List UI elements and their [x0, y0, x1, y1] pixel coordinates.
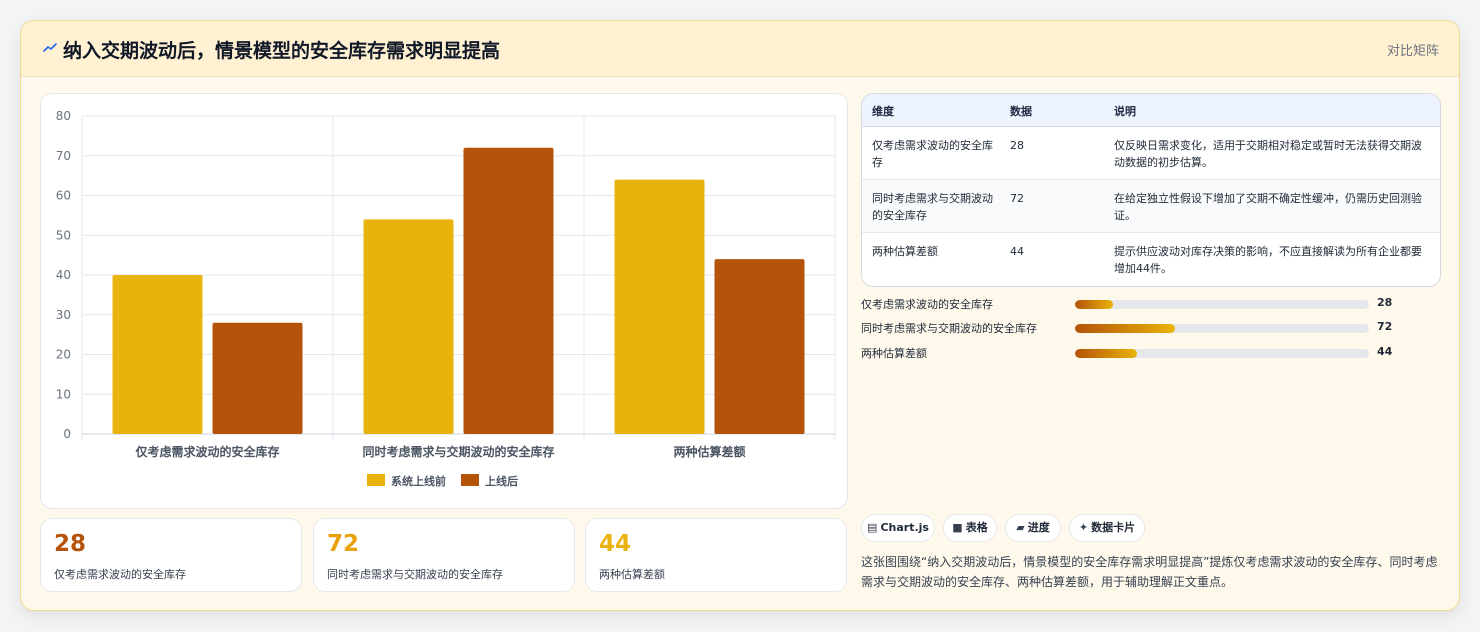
y-tick-label: 0: [63, 427, 71, 441]
progress-row: 同时考虑需求与交期波动的安全库存 72: [861, 319, 1441, 337]
bar-after: [463, 147, 554, 435]
progress-label: 同时考虑需求与交期波动的安全库存: [861, 322, 1037, 335]
bar-after: [714, 259, 805, 434]
card-header: 纳入交期波动后，情景模型的安全库存需求明显提高 对比矩阵: [21, 21, 1459, 77]
stat-card-difference: 44 两种估算差额: [585, 518, 847, 592]
y-tick-label: 10: [56, 387, 71, 401]
y-tick-label: 50: [56, 228, 71, 242]
bar-before: [112, 275, 203, 434]
stat-value: 72: [327, 531, 360, 557]
legend-label: 系统上线前: [391, 474, 446, 488]
y-tick-label: 40: [56, 268, 71, 282]
tag-label: 进度: [1027, 521, 1050, 534]
progress-fill: [1075, 349, 1137, 358]
column-header-value: 数据: [1010, 105, 1032, 118]
bar-before: [614, 179, 705, 434]
column-header-description: 说明: [1114, 105, 1136, 118]
legend-swatch: [367, 474, 385, 486]
y-tick-label: 60: [56, 189, 71, 203]
cell-dimension: 仅考虑需求波动的安全库存: [872, 139, 993, 169]
tag-label: Chart.js: [880, 521, 929, 534]
y-tick-label: 70: [56, 149, 71, 163]
progress-value: 72: [1377, 320, 1393, 333]
legend-label: 上线后: [485, 474, 518, 488]
trend-icon: [43, 43, 57, 52]
bar-after: [212, 322, 303, 434]
x-tick-label: 仅考虑需求波动的安全库存: [134, 444, 279, 459]
cell-description: 在给定独立性假设下增加了交期不确定性缓冲，仍需历史回测验证。: [1114, 192, 1422, 222]
stat-value: 28: [54, 531, 87, 557]
y-tick-label: 80: [56, 109, 71, 123]
comparison-table: 维度 数据 说明 仅考虑需求波动的安全库存 28 仅反映日需求变化，适用于交期相…: [861, 93, 1441, 287]
progress-track: [1075, 324, 1369, 333]
tag-label: 表格: [965, 521, 988, 534]
tag-chartjs[interactable]: ▤ Chart.js: [861, 514, 935, 542]
tag-data-card[interactable]: ✦ 数据卡片: [1069, 514, 1145, 542]
summary-text: 这张图围绕“纳入交期波动后，情景模型的安全库存需求明显提高”提炼仅考虑需求波动的…: [861, 555, 1438, 589]
progress-fill: [1075, 300, 1114, 309]
column-header-dimension: 维度: [872, 105, 894, 118]
bar-chart: 0 10 20 30 40 50 60 70 80 仅考虑需求波动的安全库存 同时考虑需求与交期波动…: [40, 93, 848, 509]
tag-label: 数据卡片: [1091, 521, 1136, 534]
cell-value: 28: [1010, 139, 1024, 152]
progress-row: 两种估算差额 44: [861, 344, 1441, 362]
sparkle-icon: ✦: [1078, 521, 1089, 534]
stat-label: 同时考虑需求与交期波动的安全库存: [327, 568, 503, 581]
progress-label: 仅考虑需求波动的安全库存: [861, 298, 993, 311]
chart-card: 纳入交期波动后，情景模型的安全库存需求明显提高 对比矩阵 0 10 20 30 40 50…: [20, 20, 1460, 611]
table-row: 两种估算差额 44 提示供应波动对库存决策的影响，不应直接解读为所有企业都要增加…: [862, 233, 1440, 286]
progress-value: 44: [1377, 345, 1393, 358]
x-tick-label: 同时考虑需求与交期波动的安全库存: [362, 444, 554, 459]
y-tick-label: 30: [56, 308, 71, 322]
stat-card-demand-lead: 72 同时考虑需求与交期波动的安全库存: [313, 518, 575, 592]
progress-track: [1075, 349, 1369, 358]
stat-value: 44: [599, 531, 632, 557]
table-row: 同时考虑需求与交期波动的安全库存 72 在给定独立性假设下增加了交期不确定性缓冲…: [862, 180, 1440, 233]
comparison-matrix-link[interactable]: 对比矩阵: [1387, 40, 1439, 59]
stat-card-demand: 28 仅考虑需求波动的安全库存: [40, 518, 302, 592]
progress-fill: [1075, 324, 1175, 333]
cell-description: 仅反映日需求变化，适用于交期相对稳定或暂时无法获得交期波动数据的初步估算。: [1114, 139, 1422, 169]
x-tick-label: 两种估算差额: [673, 444, 745, 459]
progress-track: [1075, 300, 1369, 309]
tag-progress[interactable]: ▰ 进度: [1005, 514, 1061, 542]
y-tick-label: 20: [56, 348, 71, 362]
table-icon: ■: [952, 521, 963, 534]
bar-chart-svg: 0 10 20 30 40 50 60 70 80 仅考虑需求波动的安全库存 同时考虑需求与交期波动…: [56, 109, 836, 488]
progress-label: 两种估算差额: [861, 347, 927, 360]
page-title: 纳入交期波动后，情景模型的安全库存需求明显提高: [63, 40, 501, 62]
bar-before: [363, 219, 454, 434]
legend-swatch: [461, 474, 479, 486]
cell-description: 提示供应波动对库存决策的影响，不应直接解读为所有企业都要增加44件。: [1114, 245, 1422, 275]
table-header: 维度 数据 说明: [862, 94, 1440, 127]
stat-label: 两种估算差额: [599, 568, 665, 581]
cell-value: 44: [1010, 245, 1024, 258]
cell-dimension: 两种估算差额: [872, 245, 938, 258]
tag-table[interactable]: ■ 表格: [943, 514, 997, 542]
chart-icon: ▤: [867, 521, 878, 534]
progress-value: 28: [1377, 296, 1393, 309]
cell-value: 72: [1010, 192, 1024, 205]
progress-row: 仅考虑需求波动的安全库存 28: [861, 295, 1441, 313]
progress-icon: ▰: [1016, 521, 1025, 534]
table-row: 仅考虑需求波动的安全库存 28 仅反映日需求变化，适用于交期相对稳定或暂时无法获…: [862, 127, 1440, 180]
stat-label: 仅考虑需求波动的安全库存: [54, 568, 186, 581]
cell-dimension: 同时考虑需求与交期波动的安全库存: [872, 192, 993, 222]
